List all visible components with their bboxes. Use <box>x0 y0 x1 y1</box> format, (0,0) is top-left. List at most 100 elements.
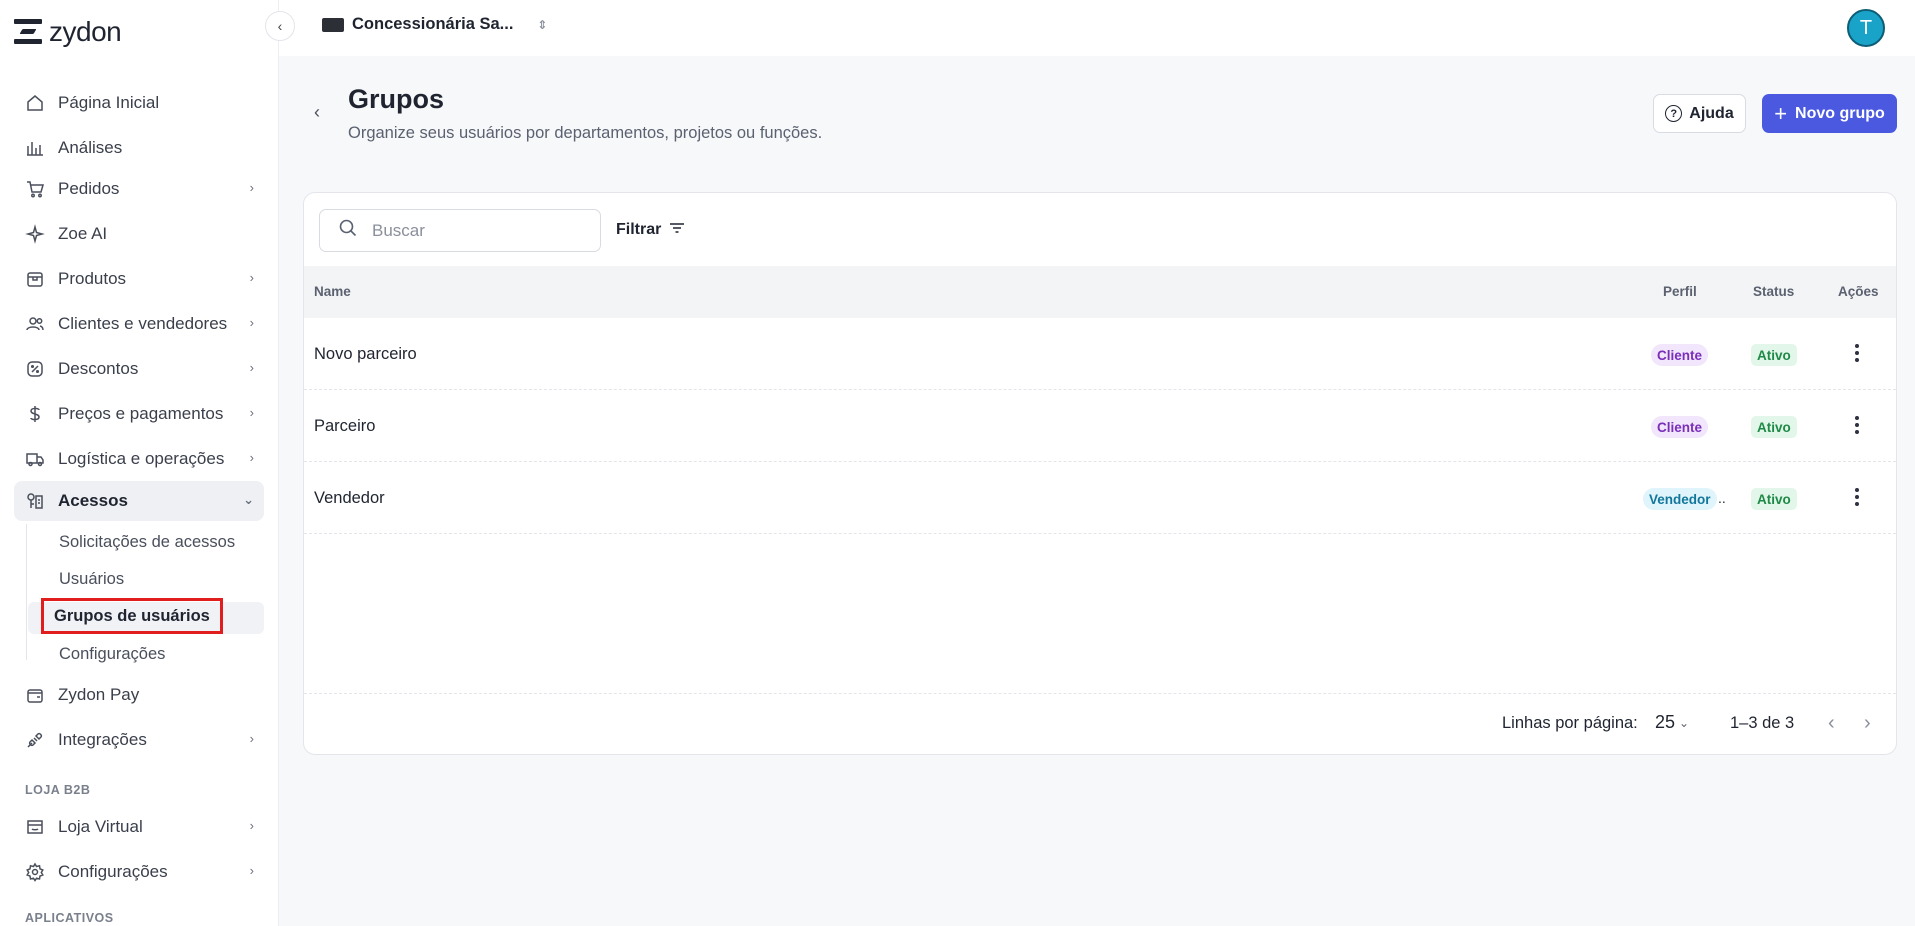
page-title: Grupos <box>348 84 445 114</box>
dollar-icon <box>24 403 46 425</box>
sidebar-item-label: Configurações <box>58 862 168 881</box>
access-icon <box>24 490 46 512</box>
table-row[interactable]: Vendedor Vendedor .. Ativo <box>304 462 1896 534</box>
cart-icon <box>24 178 46 200</box>
sidebar-item-clientes-e-vendedores[interactable]: Clientes e vendedores › <box>14 304 264 344</box>
new-group-button[interactable]: + Novo grupo <box>1762 94 1897 133</box>
pagination: Linhas por página: 25 ⌄ 1–3 de 3 ‹ › <box>304 693 1896 754</box>
sidebar-item-logistica-e-operacoes[interactable]: Logística e operações › <box>14 439 264 479</box>
back-button[interactable]: ‹ <box>314 102 320 123</box>
subitem-configuracoes[interactable]: Configurações <box>59 639 165 669</box>
search-input[interactable]: Buscar <box>319 209 601 252</box>
column-header-status[interactable]: Status <box>1753 284 1794 299</box>
help-button-label: Ajuda <box>1689 104 1734 122</box>
wallet-icon <box>24 684 46 706</box>
chevron-down-icon: ⌄ <box>1679 715 1690 730</box>
sparkle-icon <box>24 223 46 245</box>
chevron-left-icon: ‹ <box>314 102 320 122</box>
search-icon <box>338 218 358 243</box>
more-actions-icon[interactable] <box>1852 486 1862 508</box>
question-icon: ? <box>1665 105 1683 122</box>
sidebar-item-integracoes[interactable]: Integrações › <box>14 720 264 760</box>
column-header-acoes: Ações <box>1838 284 1879 299</box>
company-name: Concessionária Sa... <box>352 15 514 33</box>
subitem-solicitacoes-de-acessos[interactable]: Solicitações de acessos <box>59 527 235 557</box>
chevron-right-icon: › <box>249 731 254 746</box>
perfil-badge: Cliente <box>1651 416 1709 438</box>
sidebar-item-label: Zydon Pay <box>58 685 140 704</box>
rows-per-page-select[interactable]: 25 ⌄ <box>1655 712 1689 733</box>
page-subtitle: Organize seus usuários por departamentos… <box>348 124 823 142</box>
column-header-name[interactable]: Name <box>314 284 351 299</box>
groups-card: Buscar Filtrar Name Perfil Status Ações … <box>303 192 1897 755</box>
users-icon <box>24 313 46 335</box>
perfil-more-ellipsis: .. <box>1718 490 1726 506</box>
sidebar-item-loja-virtual[interactable]: Loja Virtual › <box>14 807 264 847</box>
store-icon <box>24 816 46 838</box>
chevron-right-icon: › <box>249 360 254 375</box>
group-name: Parceiro <box>314 417 376 435</box>
sort-updown-icon: ⇕ <box>537 17 548 32</box>
sidebar-item-label: Loja Virtual <box>58 817 143 836</box>
sidebar-item-zydon-pay[interactable]: Zydon Pay <box>14 675 264 715</box>
sidebar-item-analises[interactable]: Análises <box>14 128 264 168</box>
sidebar-item-label: Clientes e vendedores <box>58 314 228 333</box>
group-name: Novo parceiro <box>314 345 417 363</box>
logo-text: zydon <box>49 16 122 47</box>
home-icon <box>24 92 46 114</box>
sidebar-item-precos-e-pagamentos[interactable]: Preços e pagamentos › <box>14 394 264 434</box>
sidebar-item-label: Preços e pagamentos <box>58 404 224 423</box>
company-logo-icon <box>322 17 344 32</box>
table-header: Name Perfil Status Ações <box>304 266 1896 318</box>
section-label-loja: LOJA B2B <box>25 783 91 797</box>
truck-icon <box>24 448 46 470</box>
status-badge: Ativo <box>1751 344 1797 366</box>
sidebar-item-descontos[interactable]: Descontos › <box>14 349 264 389</box>
group-name: Vendedor <box>314 489 385 507</box>
sidebar-item-configuracoes[interactable]: Configurações › <box>14 852 264 892</box>
collapse-sidebar-button[interactable]: ‹ <box>265 11 295 41</box>
sidebar-item-zoe-ai[interactable]: Zoe AI <box>14 214 264 254</box>
sidebar-item-produtos[interactable]: Produtos › <box>14 259 264 299</box>
next-page-button[interactable]: › <box>1864 712 1871 735</box>
prev-page-button[interactable]: ‹ <box>1828 712 1835 735</box>
gear-icon <box>24 861 46 883</box>
perfil-badge: Vendedor <box>1643 488 1717 510</box>
company-selector[interactable]: Concessionária Sa... ⇕ <box>322 15 547 34</box>
subitem-usuarios[interactable]: Usuários <box>59 564 124 594</box>
plus-icon: + <box>1774 100 1788 126</box>
help-button[interactable]: ? Ajuda <box>1653 94 1746 133</box>
logo[interactable]: zydon <box>14 16 122 48</box>
sidebar-item-pedidos[interactable]: Pedidos › <box>14 169 264 209</box>
box-icon <box>24 268 46 290</box>
chevron-right-icon: › <box>249 270 254 285</box>
submenu-line <box>26 524 27 660</box>
sidebar-item-acessos[interactable]: Acessos ⌄ <box>14 481 264 521</box>
sidebar: zydon Página Inicial Análises Pedidos › … <box>0 0 279 926</box>
new-group-button-label: Novo grupo <box>1795 104 1885 122</box>
chevron-right-icon: › <box>249 180 254 195</box>
search-placeholder: Buscar <box>372 220 425 240</box>
status-badge: Ativo <box>1751 416 1797 438</box>
plug-icon <box>24 729 46 751</box>
more-actions-icon[interactable] <box>1852 342 1862 364</box>
rows-per-page-label: Linhas por página: <box>1502 714 1638 732</box>
rows-per-page-value: 25 <box>1655 712 1676 732</box>
filter-button[interactable]: Filtrar <box>616 221 685 239</box>
table-row[interactable]: Parceiro Cliente Ativo <box>304 390 1896 462</box>
table-row[interactable]: Novo parceiro Cliente Ativo <box>304 318 1896 390</box>
chart-icon <box>24 137 46 159</box>
sidebar-item-label: Pedidos <box>58 179 120 198</box>
filter-label: Filtrar <box>616 221 662 238</box>
sidebar-item-pagina-inicial[interactable]: Página Inicial <box>14 83 264 123</box>
avatar[interactable]: T <box>1847 9 1885 47</box>
topbar: Concessionária Sa... ⇕ T <box>279 0 1915 56</box>
section-label-aplicativos: APLICATIVOS <box>25 911 114 925</box>
pagination-range: 1–3 de 3 <box>1730 714 1795 732</box>
more-actions-icon[interactable] <box>1852 414 1862 436</box>
subitem-grupos-de-usuarios[interactable]: Grupos de usuários <box>41 598 223 634</box>
column-header-perfil[interactable]: Perfil <box>1663 284 1697 299</box>
zydon-logo-icon <box>14 17 42 47</box>
sidebar-item-label: Acessos <box>58 491 128 510</box>
chevron-right-icon: › <box>249 818 254 833</box>
